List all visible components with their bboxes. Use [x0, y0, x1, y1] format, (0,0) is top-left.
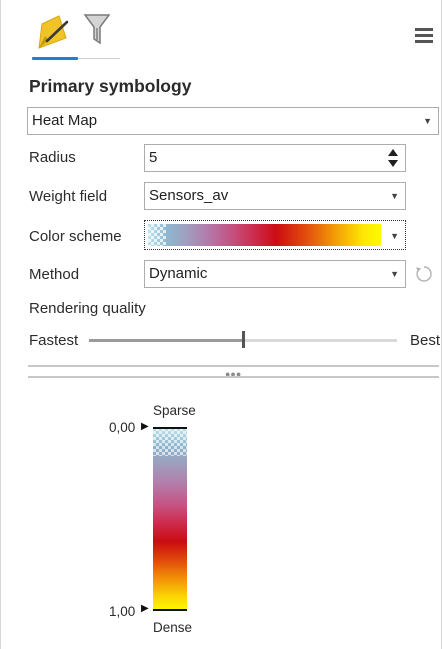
slider-max-label: Best	[410, 332, 441, 349]
weight-field-value: Sensors_av	[149, 187, 229, 204]
hamburger-menu-icon[interactable]	[415, 28, 433, 43]
legend-sparse-label: Sparse	[153, 403, 196, 418]
legend-tick-top	[153, 427, 187, 429]
spinner-arrows-icon[interactable]	[388, 147, 398, 169]
chevron-down-icon: ▼	[390, 231, 399, 241]
paint-brush-icon[interactable]	[37, 14, 71, 55]
radius-label: Radius	[29, 149, 76, 166]
tab-divider	[78, 58, 120, 59]
symbology-type-dropdown[interactable]: Heat Map ▼	[27, 107, 439, 135]
symbology-type-value: Heat Map	[32, 112, 98, 129]
legend-pointer-bottom-icon: ▶	[141, 603, 149, 614]
legend-min-value: 0,00	[109, 420, 136, 435]
slider-thumb[interactable]	[241, 331, 245, 348]
splitter-line-bottom	[28, 376, 439, 378]
chevron-down-icon: ▼	[390, 191, 399, 201]
slider-fill	[89, 339, 243, 342]
chevron-down-icon: ▼	[423, 116, 432, 126]
color-scheme-dropdown[interactable]: ▼	[144, 220, 406, 250]
chevron-down-icon: ▼	[390, 269, 399, 279]
legend-tick-bottom	[153, 609, 187, 611]
color-scheme-label: Color scheme	[29, 228, 122, 245]
radius-value: 5	[149, 149, 158, 166]
radius-stepper[interactable]: 5	[144, 144, 406, 172]
method-dropdown[interactable]: Dynamic ▼	[144, 260, 406, 288]
slider-min-label: Fastest	[29, 332, 79, 349]
rendering-quality-label: Rendering quality	[29, 300, 146, 317]
weight-field-label: Weight field	[29, 188, 108, 205]
filter-icon[interactable]	[83, 12, 111, 51]
legend-max-value: 1,00	[109, 604, 136, 619]
active-tab-indicator	[32, 57, 78, 60]
weight-field-dropdown[interactable]: Sensors_av ▼	[144, 182, 406, 210]
method-label: Method	[29, 266, 80, 283]
legend-dense-label: Dense	[153, 620, 193, 635]
section-title: Primary symbology	[29, 76, 192, 96]
method-value: Dynamic	[149, 265, 208, 282]
legend-pointer-top-icon: ▶	[141, 421, 149, 432]
symbology-pane: Primary symbology Heat Map ▼ Radius 5 We…	[0, 0, 442, 649]
color-ramp-swatch	[148, 224, 381, 246]
refresh-icon[interactable]	[415, 264, 433, 289]
splitter-line-top	[28, 365, 439, 367]
legend-color-bar	[153, 428, 187, 611]
